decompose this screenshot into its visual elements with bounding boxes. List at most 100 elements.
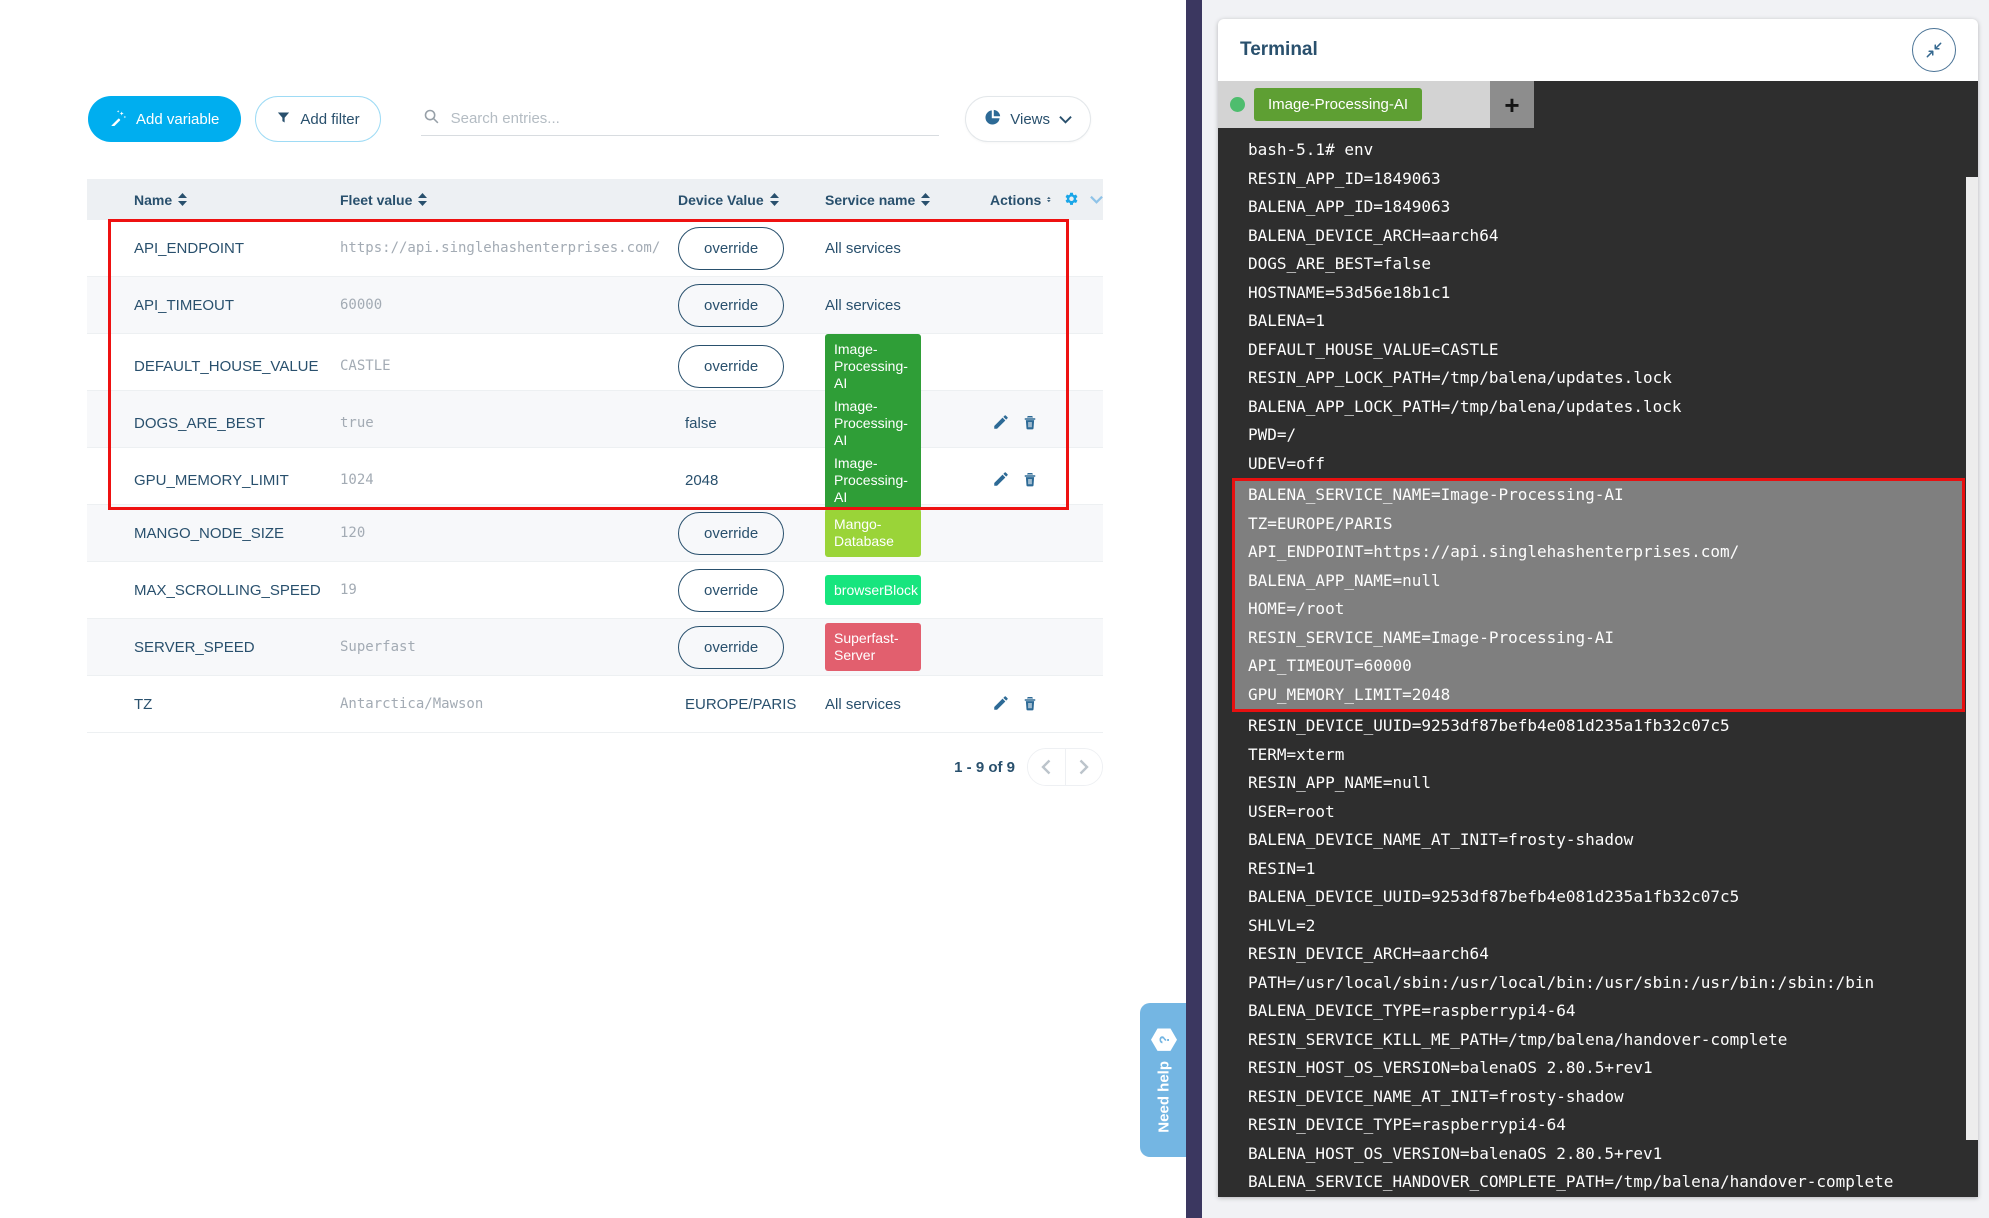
terminal-line: API_ENDPOINT=https://api.singlehashenter…: [1235, 538, 1962, 567]
sort-icon: [921, 193, 930, 206]
add-filter-button[interactable]: Add filter: [255, 96, 380, 142]
service-badge: Image-Processing-AI: [825, 334, 921, 398]
table-row[interactable]: GPU_MEMORY_LIMIT 1024 2048 Image-Process…: [87, 448, 1103, 505]
next-page-button[interactable]: [1066, 749, 1103, 785]
terminal-line: GPU_MEMORY_LIMIT=2048: [1235, 681, 1962, 710]
previous-page-button[interactable]: [1028, 749, 1066, 785]
terminal-line: RESIN_DEVICE_TYPE=raspberrypi4-64: [1218, 1111, 1978, 1140]
terminal-highlight-annotation: BALENA_SERVICE_NAME=Image-Processing-AIT…: [1232, 478, 1965, 712]
column-label: Fleet value: [340, 192, 412, 208]
terminal-line: RESIN_SERVICE_NAME=Image-Processing-AI: [1235, 624, 1962, 653]
need-help-inner: Need help ?: [1151, 1027, 1177, 1133]
filter-funnel-icon: [276, 110, 291, 129]
table-row[interactable]: API_TIMEOUT 60000 override All services: [87, 277, 1103, 334]
column-header-device-value[interactable]: Device Value: [660, 192, 825, 208]
new-terminal-tab-button[interactable]: +: [1490, 81, 1534, 128]
service-badge: Superfast-Server: [825, 623, 921, 671]
search-input[interactable]: [421, 102, 939, 134]
chevron-right-icon: [1079, 759, 1089, 775]
terminal-line: BALENA=1: [1218, 307, 1978, 336]
table-row[interactable]: DEFAULT_HOUSE_VALUE CASTLE override Imag…: [87, 334, 1103, 391]
terminal-drawer: Terminal Image-Processing-AI + bash-5.1#…: [1202, 0, 1989, 1218]
add-variable-button[interactable]: Add variable: [88, 96, 241, 142]
views-button[interactable]: Views: [965, 96, 1091, 142]
column-header-fleet-value[interactable]: Fleet value: [340, 192, 660, 208]
service-name: All services: [825, 297, 901, 314]
terminal-line: HOSTNAME=53d56e18b1c1: [1218, 279, 1978, 308]
table-row[interactable]: MAX_SCROLLING_SPEED 19 override browserB…: [87, 562, 1103, 619]
pencil-icon: [992, 413, 1010, 431]
terminal-line: RESIN=1: [1218, 855, 1978, 884]
table-row[interactable]: API_ENDPOINT https://api.singlehashenter…: [87, 220, 1103, 277]
override-button[interactable]: override: [678, 569, 784, 612]
add-variable-label: Add variable: [136, 111, 219, 128]
sort-icon: [178, 193, 187, 206]
override-button[interactable]: override: [678, 512, 784, 555]
override-button[interactable]: override: [678, 345, 784, 388]
trash-icon: [1021, 694, 1039, 712]
panel-divider[interactable]: [1186, 0, 1202, 1218]
fleet-value: Antarctica/Mawson: [340, 696, 660, 712]
table-row[interactable]: SERVER_SPEED Superfast override Superfas…: [87, 619, 1103, 676]
magic-wand-icon: [110, 109, 127, 130]
delete-variable-button[interactable]: [1019, 468, 1041, 490]
terminal-line: RESIN_SERVICE_KILL_ME_PATH=/tmp/balena/h…: [1218, 1026, 1978, 1055]
terminal-title: Terminal: [1240, 39, 1318, 61]
terminal-scrollbar-thumb[interactable]: [1966, 177, 1978, 1140]
service-badge: browserBlock: [825, 575, 921, 606]
fleet-value: https://api.singlehashenterprises.com/: [340, 240, 660, 256]
service-badge: Image-Processing-AI: [825, 448, 921, 512]
need-help-label: Need help: [1155, 1061, 1172, 1133]
column-settings-gear-icon[interactable]: [1063, 191, 1080, 208]
variable-name: SERVER_SPEED: [87, 639, 340, 656]
trash-icon: [1021, 470, 1039, 488]
pager: [1027, 748, 1103, 786]
service-name: All services: [825, 240, 901, 257]
table-row[interactable]: TZ Antarctica/Mawson EUROPE/PARIS All se…: [87, 676, 1103, 733]
table-row[interactable]: MANGO_NODE_SIZE 120 override Mango-Datab…: [87, 505, 1103, 562]
variable-name: API_ENDPOINT: [87, 240, 340, 257]
variable-name: MAX_SCROLLING_SPEED: [87, 582, 340, 599]
need-help-tab[interactable]: Need help ?: [1140, 1003, 1187, 1157]
terminal-tab-image-processing-ai[interactable]: Image-Processing-AI: [1254, 88, 1422, 121]
column-label: Name: [134, 192, 172, 208]
pencil-icon: [992, 694, 1010, 712]
terminal-line: RESIN_APP_LOCK_PATH=/tmp/balena/updates.…: [1218, 364, 1978, 393]
edit-variable-button[interactable]: [990, 692, 1012, 714]
table-collapse-chevron-icon[interactable]: [1090, 195, 1103, 204]
terminal-line: BALENA_HOST_OS_VERSION=balenaOS 2.80.5+r…: [1218, 1140, 1978, 1169]
terminal-line: HOME=/root: [1235, 595, 1962, 624]
terminal-line: bash-5.1# env: [1218, 136, 1978, 165]
table-row[interactable]: DOGS_ARE_BEST true false Image-Processin…: [87, 391, 1103, 448]
edit-variable-button[interactable]: [990, 468, 1012, 490]
variable-name: API_TIMEOUT: [87, 297, 340, 314]
terminal-card: Terminal Image-Processing-AI + bash-5.1#…: [1218, 19, 1978, 1197]
column-label: Service name: [825, 192, 915, 208]
terminal-line: BALENA_DEVICE_UUID=9253df87befb4e081d235…: [1218, 883, 1978, 912]
override-button[interactable]: override: [678, 626, 784, 669]
table-body: API_ENDPOINT https://api.singlehashenter…: [87, 220, 1103, 733]
trash-icon: [1021, 413, 1039, 431]
delete-variable-button[interactable]: [1019, 411, 1041, 433]
terminal-line: UDEV=off: [1218, 450, 1978, 479]
column-label: Actions: [990, 192, 1041, 208]
column-header-service-name[interactable]: Service name: [825, 192, 990, 208]
column-header-name[interactable]: Name: [87, 192, 340, 208]
variable-name: GPU_MEMORY_LIMIT: [87, 472, 340, 489]
column-header-actions[interactable]: Actions: [990, 191, 1103, 208]
device-value: 2048: [685, 472, 718, 489]
terminal-line: BALENA_APP_LOCK_PATH=/tmp/balena/updates…: [1218, 393, 1978, 422]
terminal-line: BALENA_DEVICE_TYPE=raspberrypi4-64: [1218, 997, 1978, 1026]
terminal-line: RESIN_DEVICE_UUID=9253df87befb4e081d235a…: [1218, 712, 1978, 741]
service-badge: Mango-Database: [825, 509, 921, 557]
terminal-tab-bar: Image-Processing-AI +: [1218, 81, 1978, 128]
fleet-value: 1024: [340, 472, 660, 488]
override-button[interactable]: override: [678, 227, 784, 270]
terminal-collapse-button[interactable]: [1912, 28, 1956, 72]
terminal-line: BALENA_SERVICE_NAME=Image-Processing-AI: [1235, 481, 1962, 510]
edit-variable-button[interactable]: [990, 411, 1012, 433]
delete-variable-button[interactable]: [1019, 692, 1041, 714]
pencil-icon: [992, 470, 1010, 488]
override-button[interactable]: override: [678, 284, 784, 327]
pagination-range: 1 - 9 of 9: [954, 759, 1015, 776]
